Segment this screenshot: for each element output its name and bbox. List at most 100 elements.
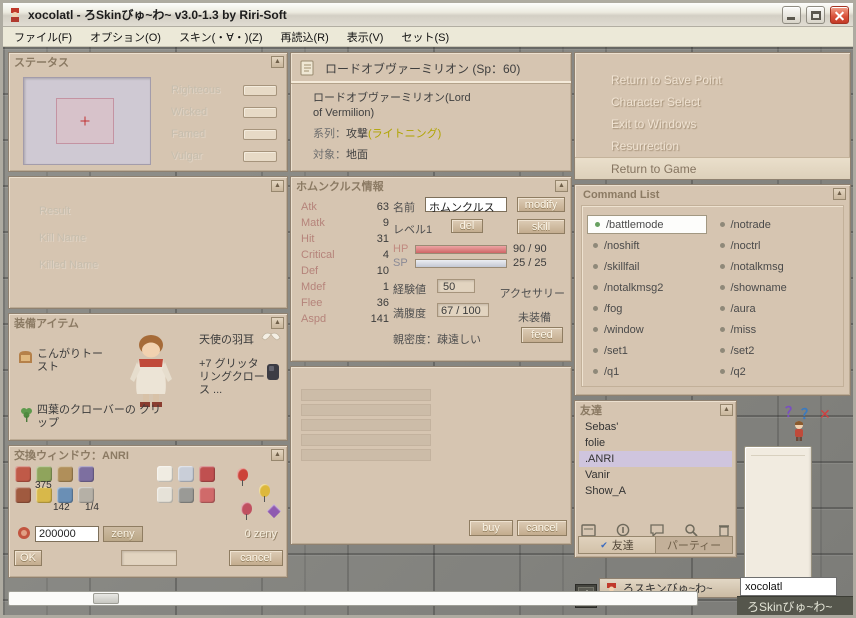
equip-item-left-label[interactable]: こんがりトースト — [37, 348, 103, 374]
command-item[interactable]: /set2 — [713, 340, 840, 361]
buy-button[interactable]: buy — [469, 520, 513, 536]
trade-item-icon[interactable] — [199, 487, 215, 503]
trade-item-icon[interactable] — [157, 487, 173, 503]
trade-item-icon[interactable] — [57, 466, 73, 482]
trade-item-icon[interactable] — [178, 487, 194, 503]
mini-character-sprite — [791, 420, 807, 445]
stat-value: 9 — [382, 217, 389, 229]
collapse-icon[interactable]: ▲ — [271, 448, 284, 461]
friend-row[interactable]: Sebas' — [579, 419, 732, 435]
maximize-button[interactable] — [806, 5, 825, 24]
command-item[interactable]: /fog — [586, 298, 713, 319]
modify-button[interactable]: modify — [517, 197, 565, 212]
command-item[interactable]: /window — [586, 319, 713, 340]
guard-item-icon[interactable] — [265, 362, 281, 385]
status-panel-header: ステータス ▲ — [9, 53, 287, 69]
menu-view[interactable]: 表示(V) — [338, 27, 393, 47]
menu-set[interactable]: セット(S) — [392, 27, 458, 47]
trade-item-icon[interactable] — [199, 466, 215, 482]
stat-value: 1 — [382, 281, 389, 293]
menu-file[interactable]: ファイル(F) — [5, 27, 81, 47]
menu-return-game[interactable]: Return to Game — [575, 157, 850, 179]
toast-item-icon[interactable] — [17, 350, 34, 368]
trade-item-icon[interactable] — [157, 466, 173, 482]
tab-party[interactable]: パーティー — [656, 536, 733, 554]
trade-item-icon[interactable] — [15, 466, 31, 482]
equip-item-armor-label[interactable]: +7 グリッタリングクロース ... — [199, 358, 265, 397]
close-button[interactable] — [830, 5, 849, 24]
tab-friends[interactable]: ✔ 友達 — [578, 536, 656, 554]
collapse-icon[interactable]: ▲ — [833, 188, 846, 200]
command-item[interactable]: /aura — [713, 298, 840, 319]
command-item[interactable]: /skillfail — [586, 256, 713, 277]
app-icon — [11, 7, 19, 22]
command-item[interactable]: /q2 — [713, 361, 840, 382]
menu-character-select[interactable]: Character Select — [575, 91, 850, 113]
red-balloon-icon[interactable] — [241, 502, 252, 520]
collapse-icon[interactable]: ▲ — [555, 179, 568, 192]
trade-item-grid-left[interactable] — [15, 466, 96, 505]
delete-button[interactable]: del — [451, 219, 483, 233]
command-item[interactable]: /notalkmsg2 — [586, 277, 713, 298]
menu-skin[interactable]: スキン(・∀・)(Z) — [170, 27, 272, 47]
command-item[interactable]: /battlemode — [587, 215, 707, 234]
clover-clip-icon[interactable] — [19, 406, 34, 425]
angel-wing-icon[interactable] — [261, 330, 281, 347]
skill-button[interactable]: skill — [517, 219, 565, 234]
trade-item-grid-right[interactable] — [157, 466, 217, 505]
gem-icon[interactable] — [266, 503, 282, 519]
trade-ok-button[interactable]: OK — [14, 550, 42, 566]
chat-name-input[interactable] — [740, 577, 837, 596]
command-item[interactable]: /notalkmsg — [713, 256, 840, 277]
window-title: xocolatl - ろSkinびゅ~わ~ v3.0-1.3 by Riri-S… — [28, 8, 287, 22]
collapse-icon[interactable]: ▲ — [271, 316, 284, 329]
menu-reload[interactable]: 再読込(R) — [272, 27, 338, 47]
trade-item-icon[interactable] — [15, 487, 31, 503]
collapse-icon[interactable]: ▲ — [271, 55, 284, 68]
card-icon[interactable] — [581, 523, 596, 537]
hunger-label: 満腹度 — [393, 308, 426, 320]
count-badge-icon[interactable] — [616, 523, 630, 537]
command-item[interactable]: /noshift — [586, 235, 713, 256]
chat-icon[interactable] — [650, 523, 664, 537]
friend-row[interactable]: folie — [579, 435, 732, 451]
command-item[interactable]: /set1 — [586, 340, 713, 361]
deal-cancel-button[interactable]: cancel — [517, 520, 567, 536]
red-balloon-icon[interactable] — [237, 468, 248, 486]
command-item[interactable]: /noctrl — [713, 235, 840, 256]
command-item[interactable]: /q1 — [586, 361, 713, 382]
yellow-balloon-icon[interactable] — [259, 484, 270, 502]
friend-row[interactable]: Vanir — [579, 467, 732, 483]
trade-cancel-button[interactable]: cancel — [229, 550, 283, 566]
homunculus-name-field[interactable]: ホムンクルス — [425, 197, 507, 214]
collapse-icon[interactable]: ▲ — [720, 403, 733, 416]
trade-item-icon[interactable] — [78, 487, 94, 503]
command-item[interactable]: /showname — [713, 277, 840, 298]
minimize-button[interactable] — [782, 5, 801, 24]
menu-exit-windows[interactable]: Exit to Windows — [575, 113, 850, 135]
menu-option[interactable]: オプション(O) — [81, 27, 170, 47]
trade-amount-input[interactable] — [35, 526, 99, 542]
scrollbar-handle[interactable] — [93, 593, 119, 604]
feed-button[interactable]: feed — [521, 327, 563, 343]
side-panel — [744, 446, 812, 590]
equip-item-bottom-label[interactable]: 四葉のクローバーの クリップ — [37, 404, 167, 430]
command-item[interactable]: /miss — [713, 319, 840, 340]
menu-resurrection[interactable]: Resurrection — [575, 135, 850, 157]
horizontal-scrollbar[interactable] — [8, 591, 698, 606]
command-item[interactable]: /notrade — [713, 214, 840, 235]
trade-item-icon[interactable] — [78, 466, 94, 482]
equip-item-head-label[interactable]: 天使の羽耳 — [199, 334, 263, 347]
friend-row-selected[interactable]: .ANRI — [579, 451, 732, 467]
bullet-icon — [719, 243, 725, 248]
search-icon[interactable] — [684, 523, 698, 537]
trade-title: 交換ウィンドウ：ANRI — [14, 449, 129, 462]
trade-item-icon[interactable] — [178, 466, 194, 482]
collapse-icon[interactable]: ▲ — [271, 179, 284, 192]
friend-row[interactable]: Show_A — [579, 483, 732, 499]
intimacy-label: 親密度：疎遠しい — [393, 334, 481, 346]
trade-item-icon[interactable] — [57, 487, 73, 503]
bullet-icon — [593, 243, 598, 248]
trash-icon[interactable] — [718, 523, 730, 537]
menu-return-save[interactable]: Return to Save Point — [575, 69, 850, 91]
